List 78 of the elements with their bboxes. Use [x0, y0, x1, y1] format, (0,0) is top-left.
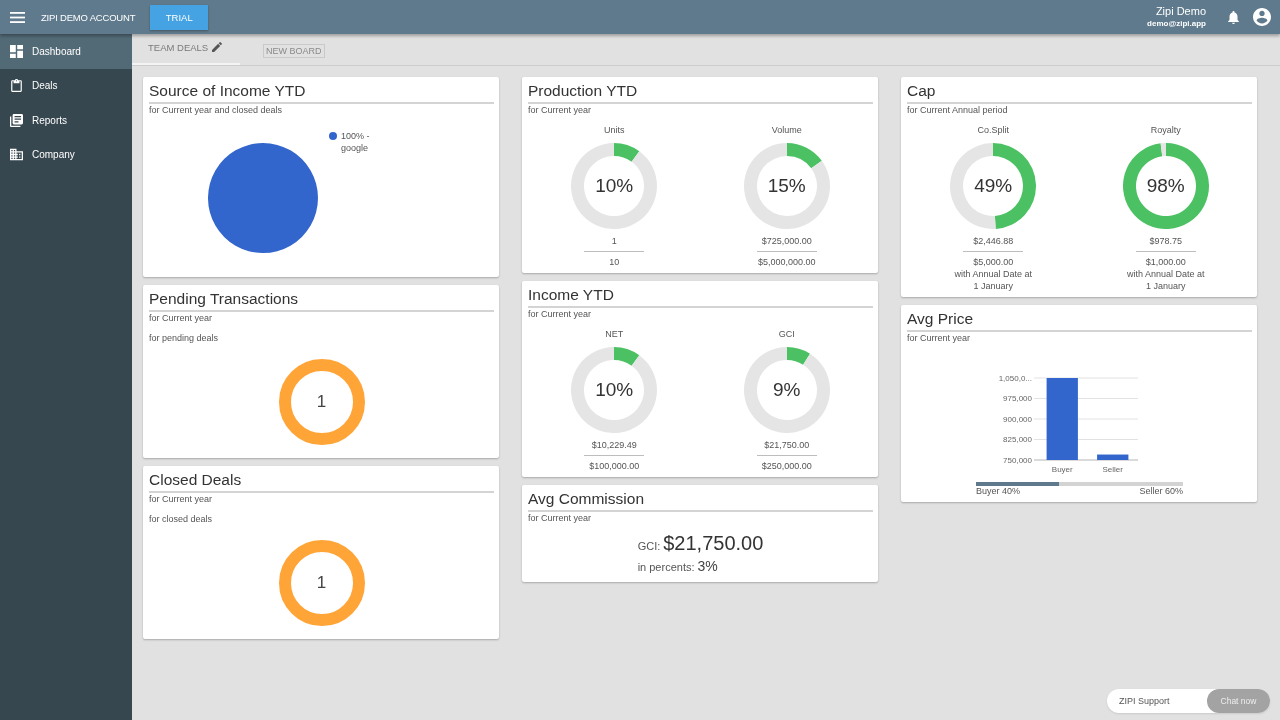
gauge-label: NET: [605, 328, 624, 340]
count-ring: 1: [278, 540, 365, 626]
gci-value: $21,750.00: [663, 531, 764, 555]
account-name: ZIPI DEMO ACCOUNT: [41, 11, 136, 23]
gauge-total: $100,000.00: [589, 460, 640, 472]
building-icon: [10, 148, 23, 162]
user-name: Zipi Demo: [1155, 5, 1206, 18]
axis-category-label: Seller: [1102, 465, 1123, 474]
percent-label: in percents:: [637, 560, 695, 575]
gauge-value: $978.75: [1149, 235, 1182, 247]
card-subtitle: for Current year: [528, 512, 593, 524]
card-subtitle: for Current year: [528, 308, 593, 320]
gauge-percent: 10%: [595, 175, 634, 197]
sidebar-item[interactable]: Company: [0, 137, 132, 172]
card-title: Source of Income YTD: [149, 77, 494, 104]
percent-value: 3%: [697, 558, 718, 574]
gauge-percent: 98%: [1146, 175, 1185, 197]
gauge-total: $5,000,000.00: [757, 256, 816, 268]
card-title: Pending Transactions: [149, 285, 494, 312]
card-title: Production YTD: [528, 77, 873, 104]
card-title: Closed Deals: [149, 466, 494, 493]
gauge-percent: 15%: [767, 175, 806, 197]
legend-label: 100% - google: [341, 130, 371, 154]
count-ring: 1: [278, 359, 365, 445]
board-tab[interactable]: TEAM DEALS: [132, 34, 240, 65]
card-note: for pending deals: [149, 332, 220, 344]
gci-label: GCI:: [637, 539, 661, 554]
bar: [1096, 454, 1128, 460]
gauge-value: $10,229.49: [591, 439, 637, 451]
card-title: Cap: [907, 77, 1252, 104]
gauge-percent: 9%: [773, 379, 801, 401]
card-title: Income YTD: [528, 281, 873, 308]
gauge-percent: 49%: [974, 175, 1013, 197]
gauge-total: 10: [609, 256, 620, 268]
sidebar-item[interactable]: Dashboard: [0, 34, 132, 69]
gauge-value: $2,446.88: [973, 235, 1014, 247]
gauge-total: $1,000.00: [1145, 256, 1186, 268]
books-icon: [10, 113, 23, 127]
notifications-bell-icon[interactable]: [1228, 10, 1239, 24]
sidebar-item[interactable]: Reports: [0, 103, 132, 138]
card-subtitle: for Current year: [149, 312, 214, 324]
gauge-label: Volume: [771, 124, 802, 136]
gauge-percent: 10%: [595, 379, 634, 401]
axis-tick-label: 825,000: [1002, 435, 1032, 445]
axis-tick-label: 975,000: [1002, 394, 1032, 404]
gauge-value: $21,750.00: [764, 439, 810, 451]
card-subtitle: for Current year: [907, 332, 972, 344]
chat-label: ZIPI Support: [1119, 696, 1170, 706]
axis-tick-label: 900,000: [1002, 414, 1032, 424]
axis-tick-label: 750,000: [1002, 455, 1032, 465]
gauge-label: Units: [604, 124, 625, 136]
card-title: Avg Price: [907, 305, 1252, 332]
card-subtitle: for Current year: [149, 493, 214, 505]
gauge-label: Co.Split: [977, 124, 1009, 136]
gauge-value: 1: [611, 235, 617, 247]
card-title: Avg Commission: [528, 485, 873, 512]
clipboard-icon: [10, 79, 23, 93]
split-label: Buyer 40%: [976, 486, 1021, 497]
user-email: demo@zipi.app: [1147, 18, 1206, 29]
dashboard-icon: [10, 44, 23, 58]
card-subtitle: for Current Annual period: [907, 104, 1009, 116]
axis-tick-label: 1,050,0...: [998, 373, 1032, 383]
sidebar-item[interactable]: Deals: [0, 68, 132, 103]
pencil-icon[interactable]: [212, 42, 223, 52]
legend-dot-icon: [329, 132, 337, 140]
card-note: for closed deals: [149, 513, 214, 525]
gauge-label: GCI: [778, 328, 795, 340]
split-label: Seller 60%: [1139, 486, 1183, 497]
axis-category-label: Buyer: [1051, 465, 1073, 474]
card-subtitle: for Current year and closed deals: [149, 104, 284, 116]
menu-icon[interactable]: [10, 11, 25, 23]
gauge-total: $250,000.00: [761, 460, 812, 472]
gauge-value: $725,000.00: [761, 235, 812, 247]
card-subtitle: for Current year: [528, 104, 593, 116]
gauge-label: Royalty: [1150, 124, 1181, 136]
gauge-note: with Annual Date at 1 January: [1125, 268, 1206, 292]
gauge-total: $5,000.00: [973, 256, 1014, 268]
gauge-note: with Annual Date at 1 January: [953, 268, 1034, 292]
